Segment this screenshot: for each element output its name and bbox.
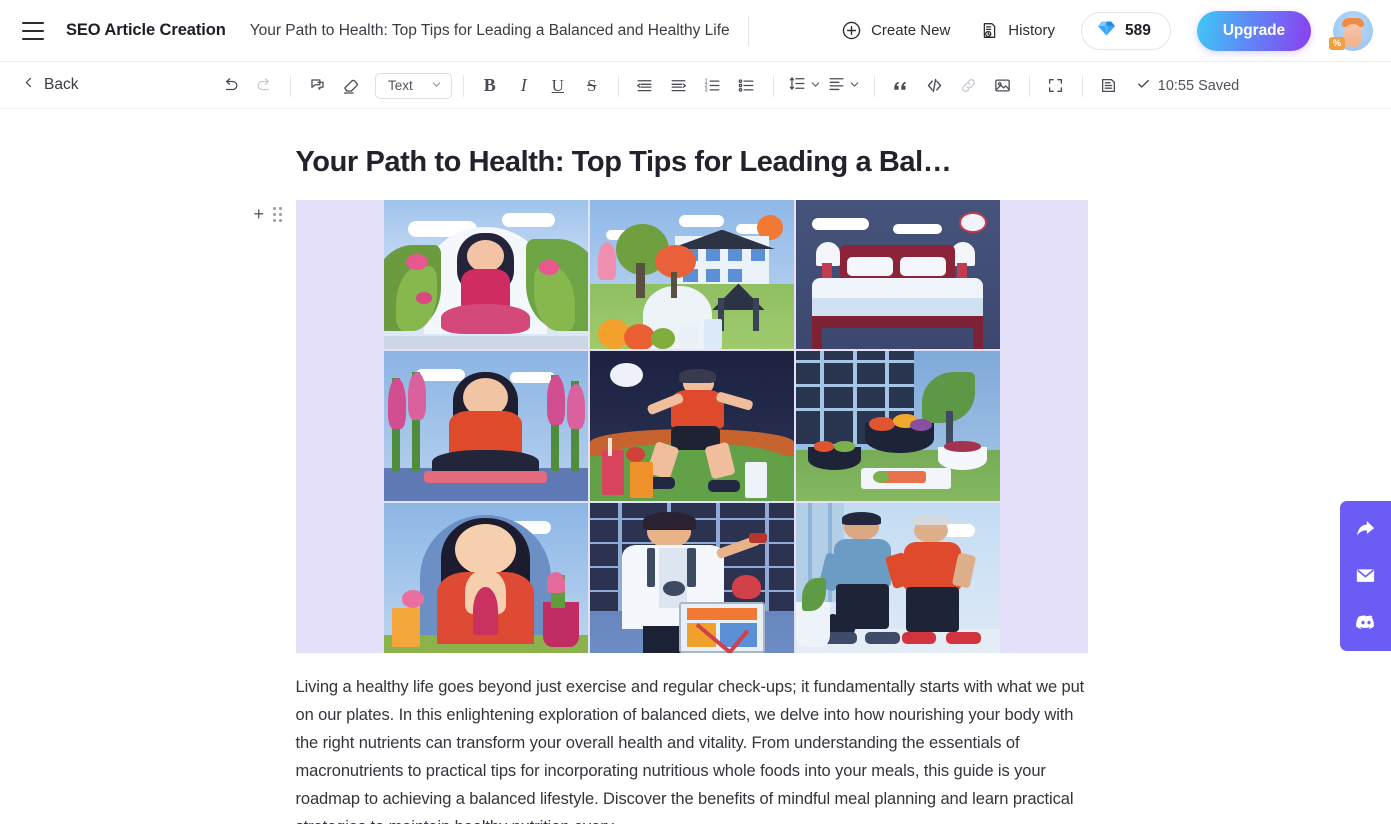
image-collage-grid [383, 199, 1000, 653]
save-status-label: 10:55 Saved [1157, 77, 1240, 94]
link-icon[interactable] [954, 71, 984, 101]
strikethrough-button[interactable]: S [577, 71, 607, 101]
collage-cell [795, 199, 1000, 350]
fullscreen-icon[interactable] [1041, 71, 1071, 101]
toolbar-separator [873, 74, 875, 97]
svg-text:3: 3 [705, 88, 708, 94]
header-actions: Create New History 589 Upgrade % [837, 10, 1373, 51]
collage-cell [589, 503, 794, 653]
hamburger-icon[interactable] [22, 21, 44, 40]
code-block-icon[interactable] [920, 71, 950, 101]
avatar-discount-badge: % [1329, 36, 1346, 50]
save-status: 10:55 Saved [1136, 76, 1239, 95]
chevron-down-icon [849, 77, 860, 95]
diamond-gem-icon [1097, 20, 1116, 42]
toolbar-separator [617, 74, 619, 97]
avatar[interactable]: % [1329, 10, 1373, 51]
line-height-icon [788, 74, 807, 98]
app-header: SEO Article Creation Your Path to Health… [0, 0, 1391, 62]
underline-label: U [551, 75, 564, 95]
collage-cell [795, 351, 1000, 502]
document-body: Your Path to Health: Top Tips for Leadin… [254, 109, 1096, 824]
toolbar-controls: Text B I U S 1 2 3 10:55 Saved [215, 62, 1239, 109]
strike-label: S [587, 75, 597, 95]
credits-value: 589 [1124, 21, 1151, 39]
history-document-icon [980, 21, 999, 40]
save-document-icon[interactable] [1094, 71, 1124, 101]
underline-button[interactable]: U [543, 71, 573, 101]
avatar-face [1344, 23, 1362, 47]
blockquote-icon[interactable] [886, 71, 916, 101]
collage-cell [383, 503, 588, 653]
document-title-breadcrumb[interactable]: Your Path to Health: Top Tips for Leadin… [250, 22, 730, 40]
article-paragraph[interactable]: Living a healthy life goes beyond just e… [296, 673, 1096, 824]
eraser-clear-format-icon[interactable] [336, 71, 366, 101]
create-new-button[interactable]: Create New [837, 14, 954, 47]
indent-icon[interactable] [664, 71, 694, 101]
text-style-select[interactable]: Text [375, 72, 452, 99]
app-title: SEO Article Creation [66, 21, 226, 39]
collage-cell [383, 199, 588, 350]
bold-label: B [483, 75, 496, 95]
block-handles: + [254, 205, 283, 223]
toolbar-separator [290, 74, 291, 97]
social-share-rail [1340, 501, 1391, 651]
collage-cell [795, 503, 1000, 653]
plus-icon[interactable]: + [254, 205, 265, 223]
text-align-button[interactable] [824, 71, 863, 101]
toolbar-separator [772, 74, 774, 97]
chevron-left-icon [22, 76, 35, 94]
share-button[interactable] [1353, 515, 1379, 541]
email-button[interactable] [1353, 562, 1379, 588]
discord-button[interactable] [1353, 609, 1379, 635]
toolbar-separator [1081, 74, 1083, 97]
numbered-list-icon[interactable]: 1 2 3 [698, 71, 728, 101]
redo-button[interactable] [249, 71, 279, 101]
collage-cell [589, 351, 794, 502]
upgrade-button[interactable]: Upgrade [1196, 10, 1311, 51]
collage-cell [589, 199, 794, 350]
text-align-icon [827, 74, 846, 98]
check-icon [1136, 76, 1151, 95]
credits-badge[interactable]: 589 [1080, 11, 1171, 50]
history-label: History [1008, 22, 1055, 39]
toolbar-separator [462, 74, 464, 97]
chevron-down-icon [431, 78, 442, 93]
plus-circle-icon [841, 20, 862, 41]
chevron-down-icon [810, 77, 821, 95]
italic-button[interactable]: I [509, 71, 539, 101]
toolbar-separator [1028, 74, 1030, 97]
create-new-label: Create New [871, 22, 951, 39]
header-divider [747, 15, 749, 46]
back-label: Back [44, 76, 79, 93]
editor-canvas[interactable]: Your Path to Health: Top Tips for Leadin… [0, 109, 1391, 824]
line-height-button[interactable] [785, 71, 824, 101]
article-hero-image[interactable] [295, 199, 1088, 653]
insert-image-icon[interactable] [988, 71, 1018, 101]
collage-cell [383, 351, 588, 502]
comment-button[interactable] [302, 71, 332, 101]
bulleted-list-icon[interactable] [732, 71, 762, 101]
history-button[interactable]: History [976, 15, 1059, 46]
bold-button[interactable]: B [475, 71, 505, 101]
text-style-value: Text [388, 78, 413, 93]
outdent-icon[interactable] [630, 71, 660, 101]
page-title[interactable]: Your Path to Health: Top Tips for Leadin… [296, 144, 1096, 182]
undo-button[interactable] [215, 71, 245, 101]
italic-label: I [520, 75, 527, 95]
back-button[interactable]: Back [22, 76, 78, 94]
editor-toolbar: Back Text B I U S 1 2 3 10:55 Saved [0, 62, 1391, 109]
drag-handle-icon[interactable] [273, 206, 283, 222]
